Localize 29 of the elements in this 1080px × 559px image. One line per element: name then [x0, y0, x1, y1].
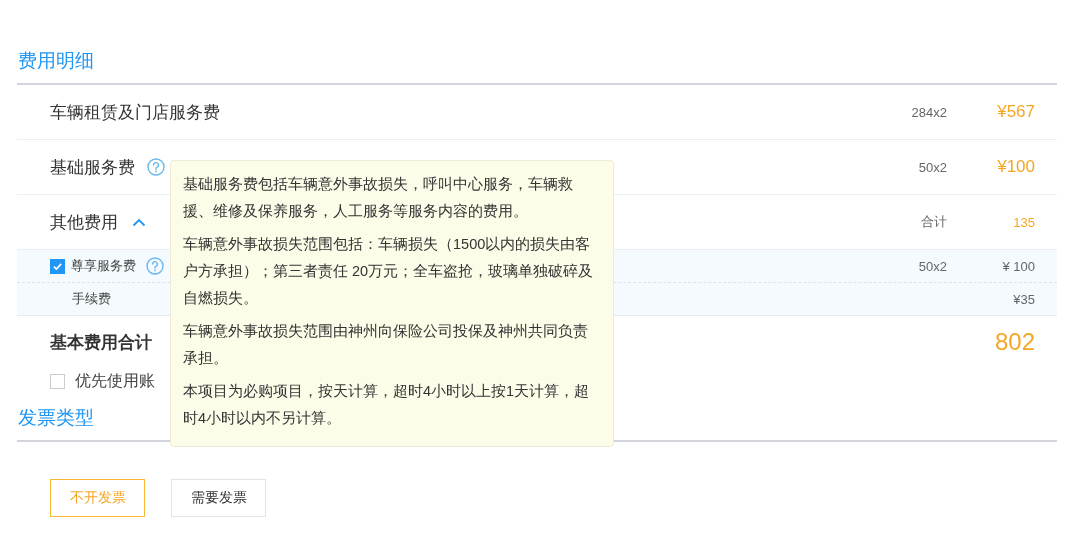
tooltip-paragraph: 车辆意外事故损失范围包括：车辆损失（1500以内的损失由客户方承担）；第三者责任 20万元；全车盗抢，玻璃单独破碎及自燃损失。: [183, 235, 595, 308]
fee-label: 手续费: [72, 290, 111, 308]
tooltip-paragraph: 基础服务费包括车辆意外事故损失，呼叫中心服务，车辆救援、维修及保养服务，人工服务等服务内容的费用。: [183, 175, 574, 221]
section-title: 费用明细: [17, 49, 94, 73]
fee-quantity: 284x2: [910, 104, 947, 120]
fee-quantity: 合计: [920, 213, 947, 231]
option-label: 优先使用账: [75, 370, 155, 391]
fee-amount: ¥ 100: [1001, 258, 1036, 274]
fee-amount: ¥35: [1012, 291, 1036, 307]
fee-amount: ¥567: [996, 102, 1036, 122]
fee-amount: 135: [1012, 214, 1036, 230]
fee-quantity: 50x2: [917, 258, 947, 274]
checkbox[interactable]: [50, 258, 65, 274]
section-title: 发票类型: [17, 406, 94, 430]
fee-quantity: 50x2: [917, 159, 947, 175]
fee-label: 基础服务费: [50, 156, 135, 179]
fee-amount: ¥100: [996, 157, 1036, 177]
help-icon[interactable]: [147, 158, 165, 176]
help-icon[interactable]: [146, 257, 164, 275]
fee-label: 车辆租赁及门店服务费: [50, 101, 220, 124]
checkbox[interactable]: [50, 373, 65, 389]
invoice-option[interactable]: 需要发票: [171, 479, 266, 517]
fee-label: 其他费用: [50, 211, 118, 234]
tooltip-paragraph: 本项目为必购项目，按天计算，超时4小时以上按1天计算，超时4小时以内不另计算。: [183, 382, 591, 428]
tooltip-paragraph: 车辆意外事故损失范围由神州向保险公司投保及神州共同负责承担。: [183, 322, 589, 368]
fee-label: 尊享服务费: [71, 257, 136, 275]
total-amount: 802: [994, 328, 1036, 356]
caret-icon[interactable]: [132, 217, 146, 227]
total-label: 基本费用合计: [49, 331, 152, 354]
